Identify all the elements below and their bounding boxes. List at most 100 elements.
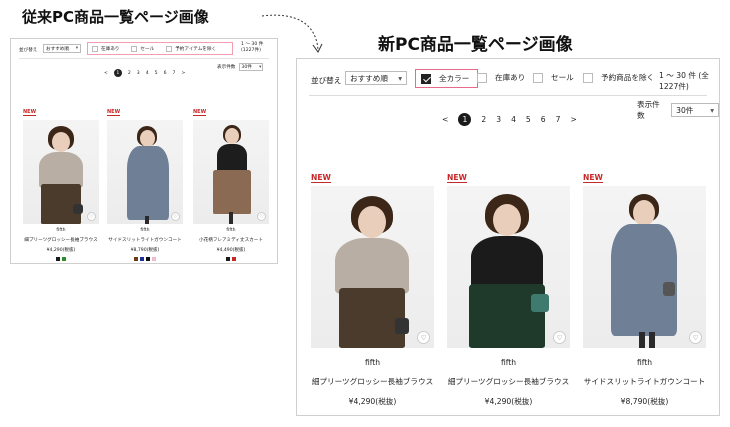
product-price: ¥4,490(税抜) <box>216 248 246 253</box>
checkbox[interactable] <box>533 72 543 83</box>
checkbox[interactable] <box>131 45 138 52</box>
filter-in-stock[interactable]: 在庫あり <box>92 45 119 52</box>
color-swatch[interactable] <box>152 257 156 261</box>
page-6[interactable]: 6 <box>541 115 546 124</box>
product-card[interactable]: NEW ♡ fifth 小花柄フレアミディ丈スカート ¥4,490(税抜) <box>193 109 269 261</box>
prev-page-button[interactable]: < <box>104 71 108 76</box>
checkbox[interactable] <box>166 45 173 52</box>
color-swatch[interactable] <box>134 257 138 261</box>
color-swatch[interactable] <box>226 257 230 261</box>
color-swatch[interactable] <box>232 257 236 261</box>
color-swatches <box>311 415 434 416</box>
product-image[interactable]: ♡ <box>193 120 269 224</box>
checkbox[interactable] <box>477 72 487 83</box>
checkbox-checked[interactable] <box>421 73 431 84</box>
page-5[interactable]: 5 <box>526 115 531 124</box>
product-name[interactable]: 細プリーツグロッシー長袖ブラウス <box>447 376 570 387</box>
sort-select[interactable]: おすすめ順 ▾ <box>43 44 81 53</box>
page-7[interactable]: 7 <box>173 71 176 76</box>
chevron-down-icon: ▾ <box>398 73 402 83</box>
filter-all-colors[interactable]: 全カラー <box>415 69 479 88</box>
product-image[interactable]: ♡ <box>447 186 570 348</box>
product-brand: fifth <box>226 228 236 233</box>
checkbox[interactable] <box>92 45 98 52</box>
color-swatch[interactable] <box>364 415 371 416</box>
page-1[interactable]: 1 <box>458 113 472 126</box>
product-image[interactable]: ♡ <box>583 186 706 348</box>
product-name[interactable]: 細プリーツグロッシー長袖ブラウス <box>23 237 99 243</box>
page-5[interactable]: 5 <box>155 71 158 76</box>
page-2[interactable]: 2 <box>128 71 131 76</box>
checkbox[interactable] <box>583 72 593 83</box>
caption-new-page: 新PC商品一覧ページ画像 <box>378 35 573 55</box>
heart-icon[interactable]: ♡ <box>257 212 266 221</box>
product-name[interactable]: 小花柄フレアミディ丈スカート <box>193 237 269 243</box>
pagination: < 1 2 3 4 5 6 7 > <box>101 69 188 77</box>
sort-label: 並び替え <box>19 48 38 53</box>
filter-exclude-preorder[interactable]: 予約アイテムを除く <box>166 45 217 52</box>
per-page-value: 30件 <box>676 105 694 115</box>
product-card[interactable]: NEW ♡ fifth 細プリーツグロッシー長袖ブラウス ¥4,290(税抜) <box>447 173 570 416</box>
page-4[interactable]: 4 <box>146 71 149 76</box>
product-price: ¥4,290(税抜) <box>348 397 397 406</box>
product-brand: fifth <box>500 358 517 367</box>
color-swatch[interactable] <box>375 415 382 416</box>
heart-icon[interactable]: ♡ <box>417 331 430 344</box>
per-page-value: 30件 <box>241 65 252 70</box>
next-page-button[interactable]: > <box>181 71 185 76</box>
heart-icon[interactable]: ♡ <box>553 331 566 344</box>
product-brand: fifth <box>636 358 653 367</box>
color-swatch[interactable] <box>56 257 60 261</box>
product-price: ¥8,790(税抜) <box>620 397 669 406</box>
product-name[interactable]: サイドスリットライトガウンコート <box>583 376 706 387</box>
page-3[interactable]: 3 <box>137 71 140 76</box>
filter-label: 予約アイテムを除く <box>175 46 217 52</box>
page-2[interactable]: 2 <box>481 115 486 124</box>
color-swatch[interactable] <box>62 257 66 261</box>
product-card[interactable]: NEW ♡ fifth サイドスリットライトガウンコート ¥8,790(税抜) <box>107 109 183 261</box>
per-page-select[interactable]: 30件 ▾ <box>239 63 264 71</box>
filter-in-stock[interactable]: 在庫あり <box>477 72 525 83</box>
page-1[interactable]: 1 <box>113 69 122 77</box>
prev-page-button[interactable]: < <box>442 115 448 124</box>
new-page-screenshot: 並び替え おすすめ順 ▾ 全カラー 在庫あり セール 予約商品を除く 1 ～ 3… <box>296 58 720 416</box>
filter-sale[interactable]: セール <box>533 72 574 83</box>
sort-select[interactable]: おすすめ順 ▾ <box>345 71 407 85</box>
per-page-select[interactable]: 30件 ▾ <box>671 103 719 117</box>
heart-icon[interactable]: ♡ <box>87 212 96 221</box>
next-page-button[interactable]: > <box>570 115 576 124</box>
result-count-range: 1 ～ 30 件 (全 <box>659 71 709 80</box>
product-card[interactable]: NEW ♡ fifth 細プリーツグロッシー長袖ブラウス ¥4,290(税抜) <box>23 109 99 261</box>
sort-select-value: おすすめ順 <box>350 73 388 83</box>
color-swatch[interactable] <box>647 415 654 416</box>
old-page-screenshot: 並び替え おすすめ順 ▾ 在庫あり セール 予約アイテムを除く 1 ～ 30 件… <box>10 38 278 264</box>
product-card[interactable]: NEW ♡ fifth 細プリーツグロッシー長袖ブラウス ¥4,290(税抜) <box>311 173 434 416</box>
color-swatch[interactable] <box>140 257 144 261</box>
color-swatches <box>583 415 706 416</box>
product-card[interactable]: NEW ♡ fifth サイドスリットライトガウンコート ¥8,790(税抜) <box>583 173 706 416</box>
result-count: 1 ～ 30 件 (全 1227件) <box>659 70 715 92</box>
new-badge: NEW <box>107 109 121 116</box>
filter-exclude-preorder[interactable]: 予約商品を除く <box>583 72 654 83</box>
product-image[interactable]: ♡ <box>311 186 434 348</box>
color-swatch[interactable] <box>511 415 518 416</box>
heart-icon[interactable]: ♡ <box>689 331 702 344</box>
heart-icon[interactable]: ♡ <box>171 212 180 221</box>
product-name[interactable]: サイドスリットライトガウンコート <box>107 237 183 243</box>
page-4[interactable]: 4 <box>511 115 516 124</box>
product-image[interactable]: ♡ <box>23 120 99 224</box>
color-swatch[interactable] <box>500 415 507 416</box>
product-brand: fifth <box>364 358 381 367</box>
color-swatch[interactable] <box>625 415 632 416</box>
color-swatch[interactable] <box>146 257 150 261</box>
color-swatch[interactable] <box>636 415 643 416</box>
color-swatch[interactable] <box>658 415 665 416</box>
page-6[interactable]: 6 <box>164 71 167 76</box>
page-7[interactable]: 7 <box>556 115 561 124</box>
page-3[interactable]: 3 <box>496 115 501 124</box>
filter-sale[interactable]: セール <box>131 45 154 52</box>
product-name[interactable]: 細プリーツグロッシー長袖ブラウス <box>311 376 434 387</box>
chevron-down-icon: ▾ <box>710 105 714 115</box>
product-image[interactable]: ♡ <box>107 120 183 224</box>
new-badge: NEW <box>447 173 467 183</box>
